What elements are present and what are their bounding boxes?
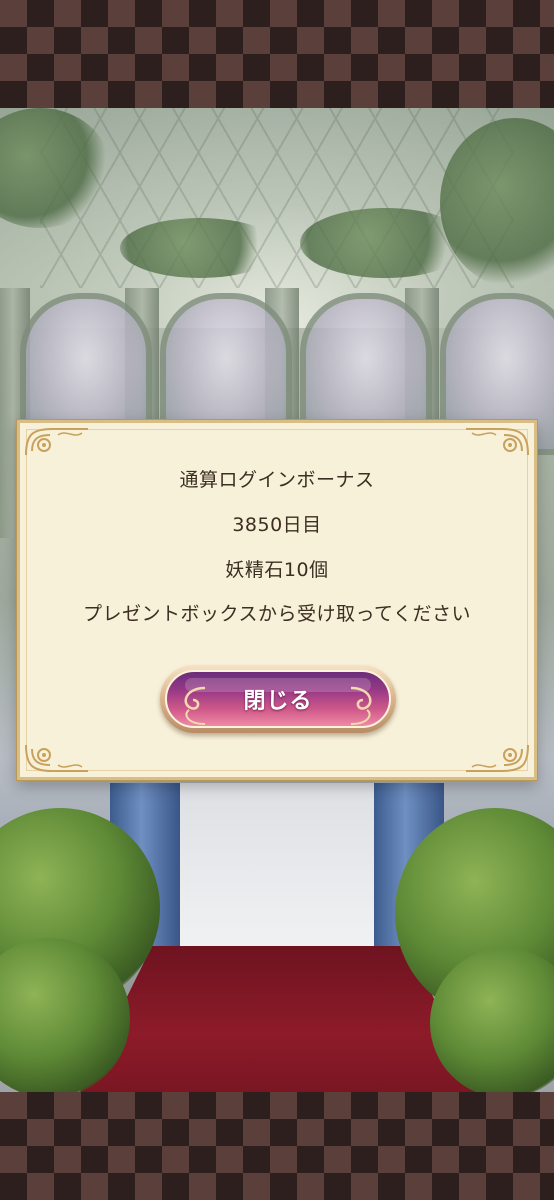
decorative-diamond-band-top [0,0,554,108]
close-button[interactable]: 閉じる [160,665,396,733]
login-bonus-dialog: 通算ログインボーナス 3850日目 妖精石10個 プレゼントボックスから受け取っ… [17,420,537,780]
login-day-count: 3850日目 [232,514,322,536]
dialog-title: 通算ログインボーナス [179,469,375,491]
ornament-corner-icon [25,428,88,456]
ornament-corner-icon [466,428,529,456]
close-button-label: 閉じる [243,689,313,714]
ornament-corner-icon [25,744,88,772]
swirl-ornament-icon [350,686,372,725]
decorative-diamond-band-bottom [0,1092,554,1200]
ornament-corner-icon [466,744,529,772]
reward-text: 妖精石10個 [225,559,329,581]
swirl-ornament-icon [184,686,206,725]
instruction-text: プレゼントボックスから受け取ってください [83,603,471,625]
